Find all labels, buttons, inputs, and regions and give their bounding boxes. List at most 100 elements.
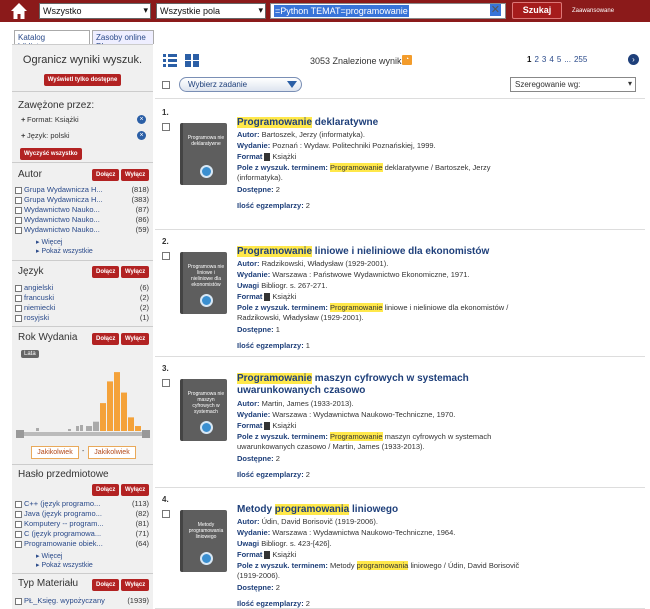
list-view-icon[interactable]	[163, 54, 177, 67]
page-link[interactable]: 2	[534, 55, 538, 64]
facet-item[interactable]: Wydawnictwo Nauko... (59)	[12, 225, 153, 235]
histogram-bar[interactable]	[68, 429, 71, 431]
facet-checkbox[interactable]	[15, 521, 22, 528]
histogram-bar[interactable]	[100, 403, 106, 431]
clear-icon[interactable]: ✕	[489, 4, 501, 16]
result-checkbox[interactable]	[162, 510, 170, 518]
select-task-dropdown[interactable]: Wybierz zadanie	[179, 77, 302, 92]
page-link[interactable]: 255	[574, 55, 587, 64]
facet-checkbox[interactable]	[15, 217, 22, 224]
facet-checkbox[interactable]	[15, 295, 22, 302]
tab-catalog[interactable]: Katalog biblioteczny	[14, 30, 90, 51]
facet-item[interactable]: francuski (2)	[12, 293, 153, 303]
facet-item[interactable]: Programowanie obiek... (64)	[12, 539, 153, 549]
book-cover-image[interactable]: Programowa nie deklaratywne	[180, 123, 227, 185]
more-link[interactable]: ▸ Więcej	[12, 238, 153, 247]
rss-icon[interactable]: ◔	[402, 55, 412, 65]
facet-item[interactable]: PŁ_Księg. wypożyczany (1939)	[12, 596, 153, 606]
facet-item[interactable]: Wydawnictwo Nauko... (87)	[12, 205, 153, 215]
facet-item[interactable]: Grupa Wydawnicza H... (383)	[12, 195, 153, 205]
facet-item[interactable]: Java (język programo... (82)	[12, 509, 153, 519]
book-cover-image[interactable]: Metody programowania liniowego	[180, 510, 227, 572]
histogram-bar[interactable]	[76, 426, 79, 431]
histogram-bar[interactable]	[107, 381, 113, 431]
exclude-button[interactable]: Wyłącz	[121, 266, 150, 278]
book-cover-image[interactable]: Programowa nie maszyn cyfrowych w system…	[180, 379, 227, 441]
scope-select[interactable]: Wszystko ▾	[39, 3, 151, 19]
exclude-button[interactable]: Wyłącz	[121, 169, 150, 181]
search-input[interactable]: =Python TEMAT=programowanie ✕	[270, 3, 506, 19]
page-link[interactable]: 4	[549, 55, 553, 64]
facet-checkbox[interactable]	[15, 305, 22, 312]
histogram-bar[interactable]	[121, 392, 127, 431]
years-tag[interactable]: Lata	[21, 350, 39, 358]
year-slider-track[interactable]	[18, 432, 148, 436]
page-link[interactable]: 5	[557, 55, 561, 64]
year-slider-min-handle[interactable]	[16, 430, 24, 438]
result-title-link[interactable]: Programowanie liniowe i nieliniowe dla e…	[237, 246, 537, 258]
exclude-button[interactable]: Wyłącz	[121, 484, 150, 496]
facet-checkbox[interactable]	[15, 315, 22, 322]
clear-all-button[interactable]: Wyczyść wszystko	[20, 148, 82, 160]
result-checkbox[interactable]	[162, 123, 170, 131]
histogram-bar[interactable]	[36, 428, 39, 431]
remove-icon[interactable]: ×	[137, 131, 146, 140]
grid-view-icon[interactable]	[185, 54, 199, 67]
page-link[interactable]: 1	[527, 55, 531, 64]
histogram-bar[interactable]	[80, 425, 83, 431]
sort-select[interactable]: Szeregowanie wg: ▾	[510, 77, 636, 92]
remove-icon[interactable]: ×	[137, 115, 146, 124]
book-cover-image[interactable]: Programowa nie liniowe i nieliniowe dla …	[180, 252, 227, 314]
result-title-link[interactable]: Programowanie maszyn cyfrowych w systema…	[237, 373, 537, 397]
histogram-bar[interactable]	[135, 426, 141, 431]
facet-item[interactable]: rosyjski (1)	[12, 313, 153, 323]
histogram-bar[interactable]	[128, 417, 134, 431]
result-title-link[interactable]: Programowanie deklaratywne	[237, 117, 537, 129]
facet-item[interactable]: C (język programowa... (71)	[12, 529, 153, 539]
tab-online[interactable]: Zasoby online PŁ	[92, 30, 154, 51]
histogram-bar[interactable]	[86, 426, 92, 431]
facet-checkbox[interactable]	[15, 501, 22, 508]
facet-item[interactable]: C++ (język programo... (113)	[12, 499, 153, 509]
advanced-search-link[interactable]: Zaawansowane	[572, 8, 614, 14]
year-slider-max-handle[interactable]	[142, 430, 150, 438]
exclude-button[interactable]: Wyłącz	[121, 579, 150, 591]
show-all-link[interactable]: ▸ Pokaż wszystkie	[12, 247, 153, 256]
exclude-button[interactable]: Wyłącz	[121, 333, 150, 345]
year-histogram[interactable]	[16, 363, 151, 441]
search-button[interactable]: Szukaj	[512, 2, 562, 19]
show-all-link[interactable]: ▸ Pokaż wszystkie	[12, 561, 153, 570]
facet-item[interactable]: Wydawnictwo Nauko... (86)	[12, 215, 153, 225]
facet-checkbox[interactable]	[15, 197, 22, 204]
facet-checkbox[interactable]	[15, 207, 22, 214]
facet-checkbox[interactable]	[15, 598, 22, 605]
page-link[interactable]: ...	[564, 55, 571, 64]
facet-item[interactable]: niemiecki (2)	[12, 303, 153, 313]
facet-item[interactable]: angielski (6)	[12, 283, 153, 293]
facet-checkbox[interactable]	[15, 285, 22, 292]
facet-checkbox[interactable]	[15, 227, 22, 234]
page-link[interactable]: 3	[542, 55, 546, 64]
result-checkbox[interactable]	[162, 379, 170, 387]
more-link[interactable]: ▸ Więcej	[12, 552, 153, 561]
include-button[interactable]: Dołącz	[92, 579, 120, 591]
select-all-checkbox[interactable]	[162, 81, 170, 89]
facet-checkbox[interactable]	[15, 541, 22, 548]
year-to-input[interactable]: Jakikolwiek	[88, 446, 136, 459]
facet-item[interactable]: Grupa Wydawnicza H... (818)	[12, 185, 153, 195]
include-button[interactable]: Dołącz	[92, 169, 120, 181]
result-checkbox[interactable]	[162, 252, 170, 260]
include-button[interactable]: Dołącz	[92, 484, 120, 496]
facet-item[interactable]: Komputery -- program... (81)	[12, 519, 153, 529]
year-from-input[interactable]: Jakikolwiek	[31, 446, 79, 459]
home-icon[interactable]	[10, 2, 28, 20]
include-button[interactable]: Dołącz	[92, 333, 120, 345]
available-only-button[interactable]: Wyświetl tylko dostępne	[43, 74, 122, 86]
next-page-icon[interactable]: ›	[628, 54, 639, 65]
facet-checkbox[interactable]	[15, 511, 22, 518]
facet-checkbox[interactable]	[15, 531, 22, 538]
field-select[interactable]: Wszystkie pola ▾	[156, 3, 266, 19]
histogram-bar[interactable]	[93, 421, 99, 431]
include-button[interactable]: Dołącz	[92, 266, 120, 278]
histogram-bar[interactable]	[114, 372, 120, 431]
